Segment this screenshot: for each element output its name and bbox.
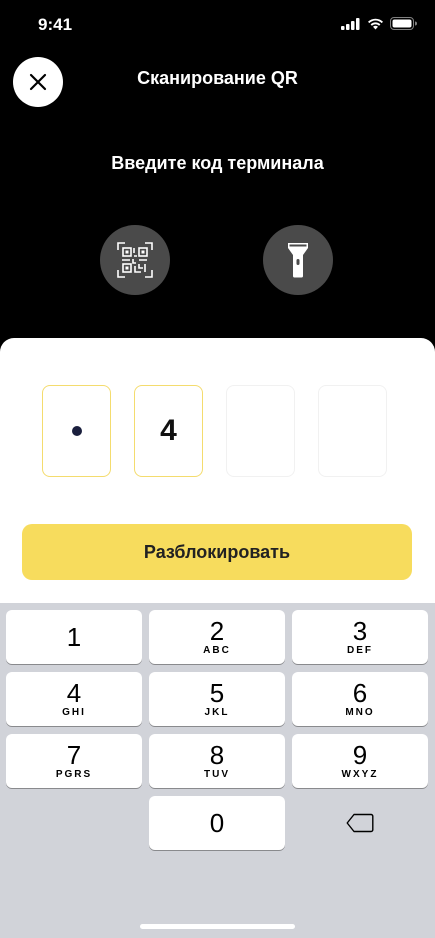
scan-qr-button[interactable] (100, 225, 170, 295)
key-digit: 6 (352, 678, 368, 708)
key-digit: 5 (209, 678, 225, 708)
code-cell-value: 4 (160, 414, 177, 447)
phone-screen: 9:41 Сканирование QR Введите код термина… (0, 0, 435, 938)
wifi-icon (368, 18, 383, 29)
key-letters: PGRS (55, 769, 93, 780)
key-letters: JKL (204, 707, 230, 718)
key-2[interactable]: 2 ABC (149, 610, 285, 664)
key-digit: 0 (209, 808, 225, 838)
key-letters: WXYZ (341, 769, 379, 780)
key-0[interactable]: 0 (149, 796, 285, 850)
backspace-icon (346, 813, 374, 833)
backspace-key[interactable] (292, 796, 428, 850)
key-digit: 1 (66, 622, 82, 652)
key-9[interactable]: 9 WXYZ (292, 734, 428, 788)
code-input[interactable]: 4 (42, 385, 387, 477)
numeric-keyboard: 1 2 ABC 3 DEF 4 GHI 5 JKL 6 MNO 7 PGRS 8… (0, 603, 435, 938)
flashlight-button[interactable] (263, 225, 333, 295)
key-1[interactable]: 1 (6, 610, 142, 664)
battery-icon (390, 17, 417, 30)
key-digit: 8 (209, 740, 225, 770)
status-bar: 9:41 (0, 0, 435, 50)
key-digit: 2 (209, 616, 225, 646)
key-3[interactable]: 3 DEF (292, 610, 428, 664)
home-indicator (140, 924, 295, 929)
status-icons (341, 17, 417, 30)
key-digit: 4 (66, 678, 82, 708)
flashlight-icon (288, 243, 308, 278)
code-cell-3[interactable] (226, 385, 295, 477)
page-title: Сканирование QR (137, 68, 298, 88)
code-cell-2[interactable]: 4 (134, 385, 203, 477)
qr-code-icon (117, 242, 153, 278)
code-cell-1[interactable] (42, 385, 111, 477)
key-letters: GHI (62, 707, 86, 718)
key-5[interactable]: 5 JKL (149, 672, 285, 726)
status-time: 9:41 (38, 15, 73, 34)
key-digit: 3 (352, 616, 368, 646)
key-letters: TUV (204, 769, 230, 780)
key-4[interactable]: 4 GHI (6, 672, 142, 726)
key-6[interactable]: 6 MNO (292, 672, 428, 726)
unlock-button[interactable]: Разблокировать (22, 524, 412, 580)
masked-digit-dot (71, 426, 82, 436)
key-letters: MNO (345, 707, 375, 718)
signal-icon (341, 17, 360, 30)
enter-code-prompt: Введите код терминала (111, 153, 324, 173)
key-7[interactable]: 7 PGRS (6, 734, 142, 788)
key-letters: ABC (203, 645, 231, 656)
code-cell-4[interactable] (318, 385, 387, 477)
key-digit: 9 (352, 740, 368, 770)
key-8[interactable]: 8 TUV (149, 734, 285, 788)
key-digit: 7 (66, 740, 82, 770)
key-letters: DEF (347, 645, 373, 656)
